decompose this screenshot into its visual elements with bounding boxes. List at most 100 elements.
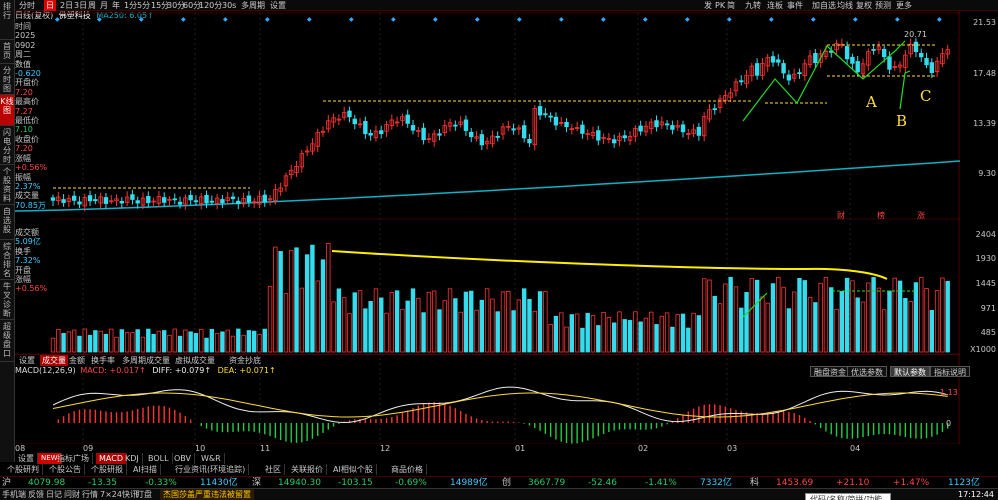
volume-bar — [220, 331, 225, 353]
nav-item-9[interactable]: 超级盘口 — [0, 320, 14, 362]
candle-body — [119, 200, 125, 204]
indicator-tab-3[interactable]: 换手率 — [89, 355, 117, 366]
status-item-1[interactable]: 反馈 — [28, 489, 44, 500]
period-tab-15[interactable]: 设置 — [268, 0, 288, 11]
volume-bar — [638, 321, 643, 353]
candle-body — [537, 106, 543, 116]
tool-button-9[interactable]: 预测 — [875, 0, 891, 11]
macd-zero-tick: 0 — [946, 419, 951, 428]
tool-button-4[interactable]: 连板 — [767, 0, 783, 11]
candle-body — [146, 196, 151, 204]
status-item-5[interactable]: 7×24快讯 — [100, 489, 138, 500]
period-tab-14[interactable]: 多周期 — [239, 0, 267, 11]
volume-bar — [670, 326, 675, 353]
indicator-tab-5[interactable]: 虚拟成交量 — [173, 355, 217, 366]
sub-tab-2[interactable]: 个股研报 — [88, 464, 127, 475]
macd-param-tab-3[interactable]: 指标说明 — [930, 366, 970, 377]
candle-body — [553, 116, 559, 126]
status-item-4[interactable]: 行情 — [82, 489, 98, 500]
nav-item-8[interactable]: 牛叉诊断 — [0, 280, 14, 320]
period-tab-6[interactable]: 年 — [110, 0, 122, 11]
bottom-tab-7[interactable]: W&R — [198, 453, 225, 464]
bottom-tab-5[interactable]: BOLL — [145, 453, 173, 464]
volume-bar — [251, 330, 257, 353]
volume-bar — [458, 311, 463, 353]
volume-bar — [442, 300, 447, 353]
volume-bar — [66, 331, 72, 353]
tool-button-5[interactable]: 事件 — [787, 0, 803, 11]
tool-button-0[interactable]: 发 — [704, 0, 712, 11]
diamond-icon: ◆ — [223, 16, 228, 23]
bottom-tab-2[interactable]: 指标广场 — [54, 453, 93, 464]
period-tab-5[interactable]: 月 — [98, 0, 110, 11]
bottom-tab-6[interactable]: OBV — [171, 453, 196, 464]
nav-item-6[interactable]: 自选股 — [0, 205, 14, 240]
indicator-tab-1[interactable]: 成交量 — [40, 355, 68, 366]
indicator-tab-2[interactable]: 金额 — [67, 355, 87, 366]
macd-param-tab-0[interactable]: 融盘资金 — [810, 366, 850, 377]
volume-bar — [188, 331, 193, 353]
nav-item-1[interactable]: 首页 — [0, 40, 14, 64]
period-tab-4[interactable]: 周 — [86, 0, 98, 11]
candle-body — [548, 115, 553, 118]
nav-item-5[interactable]: 个股资料 — [0, 165, 14, 205]
sub-tab-6[interactable]: 关联报价 — [288, 464, 327, 475]
macd-param-tab-2[interactable]: 默认参数 — [890, 366, 930, 377]
volume-bar — [103, 333, 109, 353]
bottom-tab-0[interactable]: 设置 — [15, 453, 38, 464]
nav-item-2[interactable]: 分时图 — [0, 64, 14, 95]
tool-button-8[interactable]: 复权 — [856, 0, 872, 11]
chart-area[interactable]: 01.13 20.71ABC财榜涨◆ ◆ ◆ ◆ ◆ ◆ ◆ ◆ ◆ ◆ ◆ ◆ ◆ ◆ ◆ ◆ ◆ ◆ ◆ ◆ ◆ ◆ — [15, 11, 960, 444]
status-item-0[interactable]: 手机端 — [2, 489, 26, 500]
indicator-tab-4[interactable]: 多周期成交量 — [120, 355, 172, 366]
period-tab-0[interactable]: 分时 — [17, 0, 37, 11]
candle-body — [511, 128, 516, 131]
status-item-3[interactable]: 问财 — [64, 489, 80, 500]
period-tab-1[interactable]: 日 — [44, 0, 56, 11]
volume-bar — [765, 302, 770, 353]
volume-bar — [98, 330, 103, 353]
macd-param-tab-1[interactable]: 优选参数 — [847, 366, 887, 377]
news-ticker[interactable]: 杰国莎盖严重违法被留置 — [160, 489, 254, 500]
diamond-icon: ◆ — [685, 16, 690, 23]
nav-item-4[interactable]: 闪电分时 — [0, 126, 14, 165]
date-tick: 02 — [638, 444, 649, 453]
volume-bar — [871, 277, 876, 353]
sub-tab-8[interactable]: 商品价格 — [388, 464, 427, 475]
nav-item-0[interactable]: 排行 — [0, 0, 14, 40]
search-input[interactable]: 代码/名称/简拼/功能 — [805, 493, 891, 500]
sub-tab-5[interactable]: 社区 — [262, 464, 285, 475]
event-marker: 榜 — [877, 210, 885, 220]
sub-tab-4[interactable]: 行业资讯(环境追踪) — [172, 464, 250, 475]
bottom-tab-4[interactable]: KDJ — [122, 453, 143, 464]
tool-button-10[interactable]: 更多 — [896, 0, 912, 11]
tool-button-2[interactable]: 简 — [727, 0, 735, 11]
volume-bar — [289, 250, 294, 353]
period-tab-13[interactable]: 30s — [220, 0, 238, 11]
sub-tab-0[interactable]: 个股研判 — [4, 464, 43, 475]
volume-bar — [431, 290, 437, 353]
tool-button-7[interactable]: 均线 — [837, 0, 853, 11]
volume-tick: 971 — [980, 304, 996, 313]
indicator-tab-0[interactable]: 设置 — [17, 355, 37, 366]
nav-item-7[interactable]: 综合排名 — [0, 240, 14, 280]
tool-button-6[interactable]: 加自选 — [812, 0, 836, 11]
sub-tab-1[interactable]: 个股公告 — [46, 464, 85, 475]
indicator-tab-6[interactable]: 资金抄底 — [227, 355, 263, 366]
status-item-2[interactable]: 日记 — [46, 489, 62, 500]
sub-tab-3[interactable]: AI扫描 — [130, 464, 161, 475]
candle-body — [913, 41, 919, 52]
candle-body — [776, 59, 781, 63]
diamond-icon: ◆ — [811, 16, 816, 23]
tool-button-3[interactable]: 九转 — [745, 0, 761, 11]
tool-button-1[interactable]: PK — [715, 0, 725, 11]
candle-body — [770, 56, 776, 63]
volume-bar — [161, 330, 167, 353]
volume-bar — [479, 299, 485, 353]
sub-tab-7[interactable]: AI相似个股 — [330, 464, 377, 475]
volume-bar — [855, 297, 860, 353]
status-item-6[interactable]: 盯盘 — [136, 489, 152, 500]
volume-bar — [717, 303, 723, 353]
price-tick: 13.39 — [973, 119, 996, 128]
nav-item-3[interactable]: K线图 — [0, 95, 14, 126]
